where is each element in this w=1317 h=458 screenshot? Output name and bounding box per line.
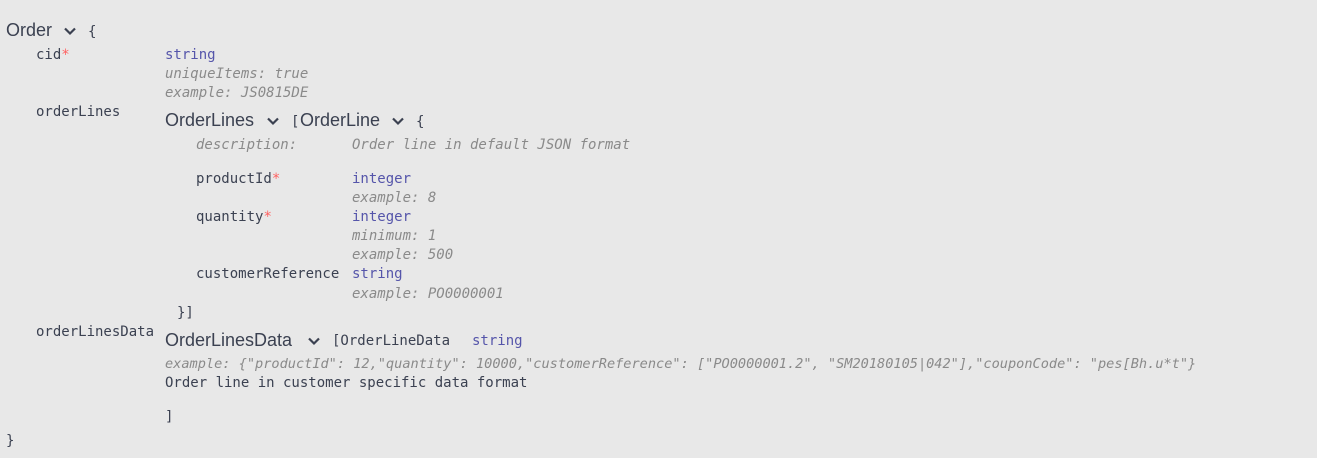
orderlines-close: }] (177, 305, 194, 321)
prop-minimum-quantity: minimum: 1 (352, 228, 437, 244)
chevron-down-icon[interactable] (63, 24, 77, 38)
orderlines-open-bracket: [ (291, 114, 300, 130)
order-model-title[interactable]: Order (6, 20, 52, 41)
orderlines-model-title[interactable]: OrderLines (165, 110, 254, 131)
prop-description-orderlinesdata: Order line in customer specific data for… (165, 375, 528, 391)
required-asterisk: * (271, 171, 281, 187)
prop-type-productid: integer (352, 171, 412, 187)
order-open-brace: { (88, 24, 97, 40)
chevron-down-icon[interactable] (391, 114, 405, 128)
prop-type-cid: string (165, 47, 216, 63)
prop-name-customerreference: customerReference (196, 266, 340, 282)
orderlinesdata-close-bracket: ] (165, 409, 174, 425)
prop-name-productid: productId* (196, 171, 281, 187)
prop-example-orderlinesdata: example: {"productId": 12,"quantity": 10… (165, 356, 1197, 372)
order-close-brace: } (6, 433, 15, 449)
orderline-description-label: description: (196, 137, 298, 153)
orderlinedata-inline-label: [OrderLineData (332, 333, 451, 349)
required-asterisk: * (61, 47, 70, 63)
prop-name-orderlines: orderLines (36, 104, 121, 120)
orderline-model-title[interactable]: OrderLine (300, 110, 380, 131)
chevron-down-icon[interactable] (266, 114, 280, 128)
prop-name-quantity: quantity* (196, 209, 272, 225)
prop-type-customerreference: string (352, 266, 403, 282)
prop-name-orderlinesdata: orderLinesData (36, 324, 155, 340)
required-asterisk: * (263, 209, 272, 225)
prop-example-cid: example: JS0815DE (165, 85, 309, 101)
orderlinesdata-model-title[interactable]: OrderLinesData (165, 330, 292, 351)
chevron-down-icon[interactable] (307, 334, 321, 348)
prop-type-orderlinesdata: string (472, 333, 523, 349)
orderline-open-brace: { (416, 114, 425, 130)
prop-example-quantity: example: 500 (352, 247, 454, 263)
prop-unique-cid: uniqueItems: true (165, 66, 309, 82)
orderline-description-value: Order line in default JSON format (352, 137, 631, 153)
prop-example-productid: example: 8 (352, 190, 437, 206)
prop-name-cid: cid* (36, 47, 70, 63)
prop-type-quantity: integer (352, 209, 412, 225)
prop-example-customerreference: example: PO0000001 (352, 286, 504, 302)
